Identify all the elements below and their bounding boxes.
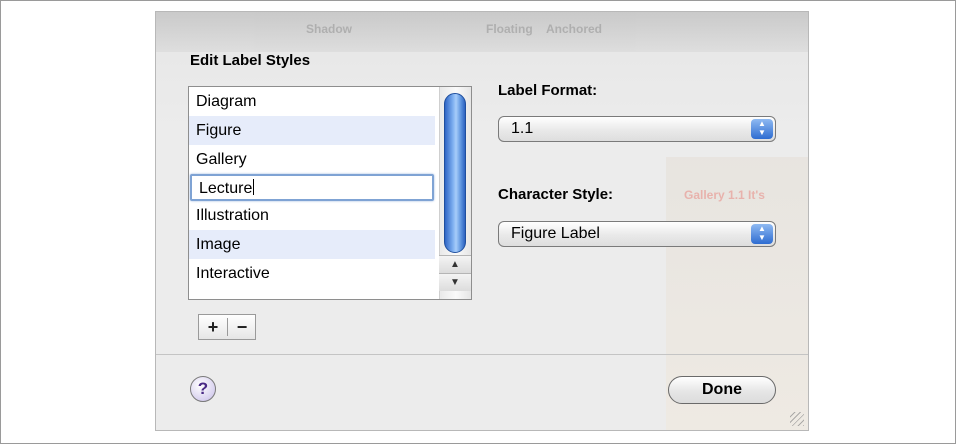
list-item[interactable]: Illustration (189, 201, 435, 230)
list-scroll-thumb[interactable] (444, 93, 466, 253)
list-item-label: Image (196, 236, 241, 253)
scroll-down-arrow-icon[interactable]: ▼ (439, 273, 471, 291)
label-format-heading: Label Format: (498, 82, 598, 99)
list-item[interactable]: Interactive (189, 259, 435, 288)
text-caret (253, 179, 255, 195)
background-toolbar: Shadow Floating Anchored (156, 12, 808, 52)
character-style-heading: Character Style: (498, 186, 614, 203)
label-format-popup[interactable]: 1.1 ▲ ▼ (498, 116, 776, 142)
list-item[interactable]: Gallery (189, 145, 435, 174)
popup-stepper-icon: ▲ ▼ (751, 119, 773, 139)
label-styles-list[interactable]: Diagram Figure Gallery Lecture Illustration I… (188, 86, 472, 300)
done-button[interactable]: Done (668, 376, 776, 404)
list-item[interactable]: Figure (189, 116, 435, 145)
resize-grip-icon[interactable] (790, 412, 804, 426)
help-button[interactable]: ? (190, 376, 216, 402)
list-item[interactable]: Diagram (189, 87, 435, 116)
list-item-label: Gallery (196, 151, 247, 168)
list-item[interactable]: Image (189, 230, 435, 259)
background-toolbar-text: Shadow (306, 22, 353, 36)
character-style-popup[interactable]: Figure Label ▲ ▼ (498, 221, 776, 247)
background-document-text: Gallery 1.1 It's (684, 188, 765, 202)
scroll-up-arrow-icon[interactable]: ▲ (439, 255, 471, 273)
dialog-title: Edit Label Styles (190, 52, 311, 69)
add-style-button[interactable]: + (199, 315, 227, 339)
popup-stepper-icon: ▲ ▼ (751, 224, 773, 244)
label-styles-rows: Diagram Figure Gallery Lecture Illustration I… (189, 87, 471, 288)
list-item-label: Figure (196, 122, 242, 139)
edit-label-styles-sheet: Shadow Floating Anchored Gallery 1.1 It'… (156, 12, 808, 430)
list-item-label: Illustration (196, 207, 269, 224)
footer-divider (156, 354, 808, 355)
character-style-value: Figure Label (511, 225, 600, 242)
list-item-label: Lecture (199, 180, 253, 197)
add-remove-control: + − (198, 314, 256, 340)
remove-style-button[interactable]: − (228, 315, 256, 339)
list-item-label: Interactive (196, 265, 270, 282)
list-item-label: Diagram (196, 93, 257, 110)
background-toolbar-text: Floating (486, 22, 533, 36)
list-item-editing[interactable]: Lecture (190, 174, 434, 201)
label-format-value: 1.1 (511, 120, 534, 137)
background-toolbar-text: Anchored (546, 22, 603, 36)
